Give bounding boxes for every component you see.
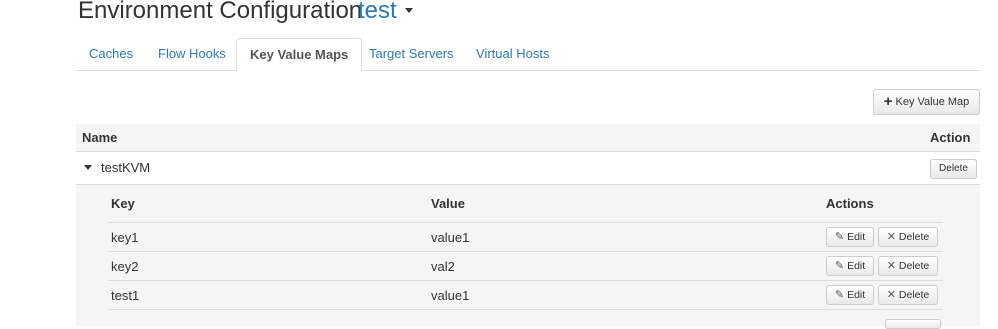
tab-virtual-hosts[interactable]: Virtual Hosts [463,38,562,70]
close-icon: ✕ [886,289,896,301]
close-icon: ✕ [886,231,896,243]
caret-down-icon [404,7,413,13]
delete-kvm-button[interactable]: Delete [930,159,977,179]
tab-caches[interactable]: Caches [76,38,146,70]
entry-value: value1 [431,288,470,303]
entry-key: key2 [111,259,139,274]
delete-label: Delete [898,289,930,301]
edit-label: Edit [847,231,866,243]
close-icon: ✕ [886,260,896,272]
edit-button[interactable]: ✎ Edit [826,285,874,305]
pencil-icon: ✎ [834,289,845,301]
entry-value: val2 [431,259,455,274]
column-header-name: Name [82,130,118,145]
entry-value: value1 [431,230,470,245]
edit-button[interactable]: ✎ Edit [826,227,874,247]
delete-button[interactable]: ✕ Delete [878,285,938,305]
table-row: key2 val2 ✎ Edit ✕ Delete [108,252,943,281]
tabs-divider [76,70,980,71]
add-key-value-map-label: Key Value Map [895,96,970,108]
delete-label: Delete [898,260,930,272]
pencil-icon: ✎ [834,260,845,272]
pencil-icon: ✎ [834,231,845,243]
column-header-actions: Actions [826,196,874,211]
column-header-action: Action [930,130,971,145]
environment-name: test [358,0,397,24]
add-entry-button[interactable] [885,319,941,329]
tab-flow-hooks[interactable]: Flow Hooks [145,38,239,70]
plus-icon: + [883,93,893,110]
edit-button[interactable]: ✎ Edit [826,256,874,276]
kvm-table-header [76,124,980,152]
edit-label: Edit [847,260,866,272]
column-header-key: Key [111,196,135,211]
page-title: Environment Configuration [78,0,363,24]
kvm-name[interactable]: testKVM [101,160,150,175]
table-row: key1 value1 ✎ Edit ✕ Delete [108,223,943,252]
delete-button[interactable]: ✕ Delete [878,227,938,247]
expand-caret-icon[interactable] [84,165,92,170]
edit-label: Edit [847,289,866,301]
table-row: test1 value1 ✎ Edit ✕ Delete [108,281,943,310]
add-key-value-map-button[interactable]: + Key Value Map [873,89,980,115]
delete-button[interactable]: ✕ Delete [878,256,938,276]
entry-key: key1 [111,230,139,245]
column-header-value: Value [431,196,465,211]
tab-target-servers[interactable]: Target Servers [356,38,467,70]
entry-key: test1 [111,288,140,303]
delete-label: Delete [898,231,930,243]
tab-key-value-maps[interactable]: Key Value Maps [236,38,363,71]
environment-selector[interactable]: test [358,0,413,25]
